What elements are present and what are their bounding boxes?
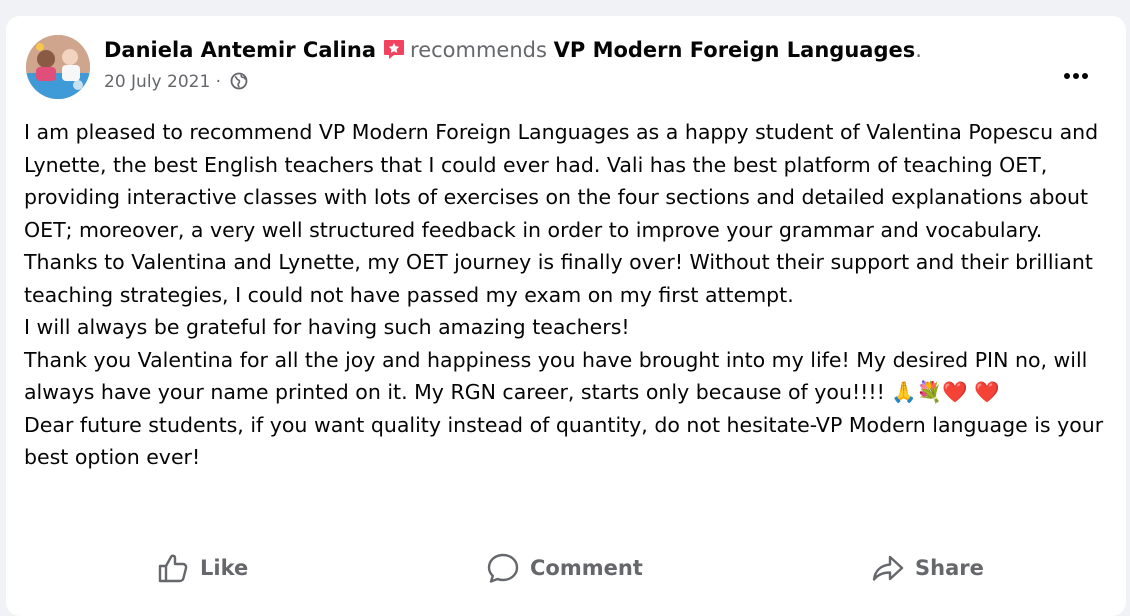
comment-bubble-icon bbox=[487, 553, 519, 583]
recommendation-badge-icon bbox=[384, 40, 405, 59]
action-verb: recommends bbox=[410, 38, 547, 62]
post-body: I am pleased to recommend VP Modern Fore… bbox=[24, 116, 1114, 474]
globe-icon bbox=[230, 72, 247, 90]
post-paragraph: I am pleased to recommend VP Modern Fore… bbox=[24, 120, 1099, 307]
avatar-photo bbox=[26, 35, 90, 99]
post-paragraph: Thank you Valentina for all the joy and … bbox=[24, 347, 1088, 405]
post-header: Daniela Antemir Calina recommends VP Mod… bbox=[26, 34, 1106, 104]
post-paragraph: I will always be grateful for having suc… bbox=[24, 315, 630, 339]
share-label: Share bbox=[915, 556, 984, 580]
trailing-dot: . bbox=[915, 38, 922, 62]
post-paragraph: Dear future students, if you want qualit… bbox=[24, 412, 1104, 470]
comment-button[interactable]: Comment bbox=[486, 546, 643, 590]
post-card: Daniela Antemir Calina recommends VP Mod… bbox=[6, 16, 1126, 616]
author-name[interactable]: Daniela Antemir Calina bbox=[104, 38, 376, 62]
post-date[interactable]: 20 July 2021 bbox=[104, 72, 210, 92]
author-avatar[interactable] bbox=[26, 35, 90, 99]
post-title-line: Daniela Antemir Calina recommends VP Mod… bbox=[104, 36, 922, 64]
post-meta: 20 July 2021 · bbox=[104, 70, 248, 94]
date-separator: · bbox=[210, 72, 227, 92]
thumbs-up-icon bbox=[158, 554, 188, 583]
share-arrow-icon bbox=[872, 555, 904, 581]
more-options-button[interactable] bbox=[1056, 64, 1096, 88]
like-label: Like bbox=[200, 556, 249, 580]
more-options-icon bbox=[1064, 73, 1088, 79]
like-button[interactable]: Like bbox=[156, 546, 248, 590]
recommended-page-name[interactable]: VP Modern Foreign Languages bbox=[554, 38, 916, 62]
share-button[interactable]: Share bbox=[871, 546, 984, 590]
post-actions-bar: Like Comment Share bbox=[6, 546, 1126, 590]
comment-label: Comment bbox=[530, 556, 643, 580]
